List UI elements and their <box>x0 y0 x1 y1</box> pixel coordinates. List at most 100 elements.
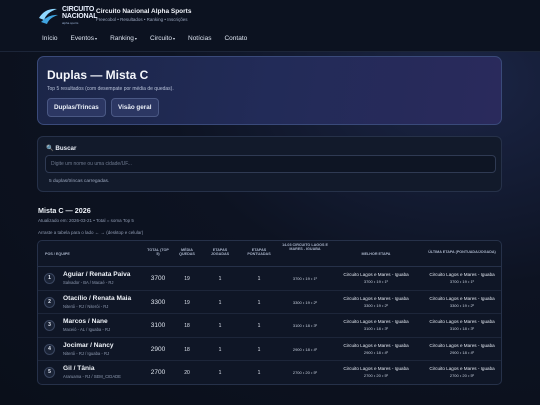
pontuadas-value: 1 <box>257 346 261 353</box>
best-stage-name: Circuito Lagos e Mares - Iguaba <box>343 366 409 371</box>
rank-badge: 2 <box>44 296 55 308</box>
best-stage-value: 2700 • 20 • 5º <box>363 373 389 378</box>
last-stage-name: Circuito Lagos e Mares - Iguaba <box>429 319 495 324</box>
search-title: 🔍 Buscar <box>46 145 77 152</box>
total-value: 2900 <box>150 345 166 353</box>
nav-inicio[interactable]: Início <box>42 35 58 42</box>
nav-contato[interactable]: Contato <box>224 35 247 42</box>
rank-badge: 1 <box>44 273 55 284</box>
table-row[interactable]: 5 Gil / Tânia Araruama - RJ / SEM_CIDADE… <box>38 361 501 384</box>
pontuadas-value: 1 <box>257 323 261 329</box>
col-jogadas[interactable]: ETAPAS JOGADAS <box>207 248 233 257</box>
team-name: Otacílio / Renata Maia <box>63 294 132 302</box>
brand-logo[interactable]: CIRCUITO NACIONAL alpha sports <box>37 6 98 26</box>
scroll-hint: Arraste a tabela para o lado ← → (deskto… <box>38 230 144 235</box>
last-stage-value: 3700 • 19 • 1º <box>449 279 475 284</box>
last-stage-value: 2700 • 20 • 5º <box>449 373 475 378</box>
visao-geral-button[interactable]: Visão geral <box>111 98 159 117</box>
chevron-down-icon: ▾ <box>95 36 98 41</box>
last-stage-value: 2900 • 18 • 4º <box>449 349 475 355</box>
nav-noticias[interactable]: Notícias <box>188 35 211 42</box>
best-stage-name: Circuito Lagos e Mares - Iguaba <box>343 295 409 301</box>
etapa-value: 3700 • 19 • 1º <box>292 276 318 281</box>
team-name: Marcos / Nane <box>63 318 108 325</box>
jogadas-value: 1 <box>218 276 222 282</box>
media-value: 19 <box>184 276 190 282</box>
best-stage-value: 3300 • 19 • 2º <box>363 302 389 308</box>
team-city: Niterói - RJ / Niterói - RJ <box>63 303 109 309</box>
rank-badge: 5 <box>44 367 55 378</box>
media-value: 18 <box>184 323 190 329</box>
last-stage-name: Circuito Lagos e Mares - Iguaba <box>429 342 495 348</box>
jogadas-value: 1 <box>218 299 222 306</box>
table-row[interactable]: 3 Marcos / Nane Maceió - AL / Iguaba - R… <box>38 314 501 338</box>
best-stage-name: Circuito Lagos e Mares - Iguaba <box>343 272 409 277</box>
team-city: Niterói - RJ / Iguaba - RJ <box>63 350 110 356</box>
logo-wordmark: CIRCUITO NACIONAL <box>62 6 98 20</box>
table-row[interactable]: 4 Jocimar / Nancy Niterói - RJ / Iguaba … <box>38 338 501 361</box>
team-name: Jocimar / Nancy <box>63 341 114 349</box>
pontuadas-value: 1 <box>257 370 261 376</box>
col-media[interactable]: MÉDIA QUEDAS <box>175 248 199 257</box>
nav-eventos[interactable]: Eventos▾ <box>71 35 98 42</box>
total-value: 3700 <box>150 275 166 282</box>
team-city: Maceió - AL / Iguaba - RJ <box>63 327 111 332</box>
rank-badge: 4 <box>44 343 55 355</box>
col-melhor[interactable]: MELHOR ETAPA <box>332 252 420 256</box>
page-subtitle: Top 5 resultados (com desempate por médi… <box>47 86 174 92</box>
media-value: 19 <box>184 299 190 306</box>
nav-ranking[interactable]: Ranking▾ <box>110 35 137 42</box>
last-stage-value: 3100 • 18 • 3º <box>449 326 475 331</box>
col-ultima[interactable]: ÚLTIMA ETAPA (PONTUADA/JOGADA) <box>422 250 501 254</box>
pontuadas-value: 1 <box>257 299 261 306</box>
results-table[interactable]: POS / EQUIPE TOTAL (TOP 5) MÉDIA QUEDAS … <box>37 240 502 385</box>
section-meta: Atualizado em: 2026-03-21 • Total = soma… <box>38 218 134 223</box>
chevron-down-icon: ▾ <box>134 36 137 41</box>
etapa-value: 2700 • 20 • 5º <box>292 370 318 375</box>
etapa-value: 2900 • 18 • 4º <box>292 346 318 352</box>
etapa-value: 3300 • 19 • 2º <box>292 299 318 305</box>
logo-swoosh-icon <box>39 8 58 24</box>
jogadas-value: 1 <box>218 370 222 376</box>
team-name: Gil / Tânia <box>63 365 95 372</box>
total-value: 3300 <box>150 298 166 306</box>
table-header: POS / EQUIPE TOTAL (TOP 5) MÉDIA QUEDAS … <box>38 241 501 267</box>
col-pos[interactable]: POS / EQUIPE <box>45 252 70 256</box>
last-stage-name: Circuito Lagos e Mares - Iguaba <box>429 272 495 277</box>
chevron-down-icon: ▾ <box>172 36 175 41</box>
duplas-trincas-button[interactable]: Duplas/Trincas <box>47 98 106 117</box>
col-total[interactable]: TOTAL (TOP 5) <box>146 248 170 257</box>
brand-title: Circuito Nacional Alpha Sports <box>96 8 192 15</box>
section-title: Mista C — 2026 <box>38 206 91 215</box>
col-etapa-iguaba[interactable]: 14-03 CIRCUITO LAGOS E MARES - IGUABA <box>282 243 328 252</box>
table-row[interactable]: 1 Aguiar / Renata Paiva Salvador - BA / … <box>38 267 501 291</box>
jogadas-value: 1 <box>218 323 222 329</box>
last-stage-name: Circuito Lagos e Mares - Iguaba <box>429 366 495 371</box>
media-value: 18 <box>184 346 190 353</box>
logo-tagline: alpha sports <box>62 21 79 25</box>
pontuadas-value: 1 <box>257 276 261 282</box>
best-stage-name: Circuito Lagos e Mares - Iguaba <box>343 342 409 348</box>
col-pontuadas[interactable]: ETAPAS PONTUADAS <box>243 248 275 257</box>
total-value: 2700 <box>150 369 166 376</box>
media-value: 20 <box>184 370 190 376</box>
main-nav: Início Eventos▾ Ranking▾ Circuito▾ Notíc… <box>42 35 260 42</box>
rank-badge: 3 <box>44 320 55 331</box>
last-stage-name: Circuito Lagos e Mares - Iguaba <box>429 295 495 301</box>
table-row[interactable]: 2 Otacílio / Renata Maia Niterói - RJ / … <box>38 291 501 314</box>
search-input[interactable] <box>45 155 496 173</box>
search-status: 5 duplas/trincas carregadas. <box>49 179 110 184</box>
best-stage-value: 2900 • 18 • 4º <box>363 349 389 355</box>
search-panel: 🔍 Buscar 5 duplas/trincas carregadas. <box>37 136 502 192</box>
page-title: Duplas — Mista C <box>47 68 149 82</box>
team-name: Aguiar / Renata Paiva <box>63 271 131 278</box>
nav-circuito[interactable]: Circuito▾ <box>150 35 175 42</box>
footer-links-peek <box>232 401 312 405</box>
site-header: CIRCUITO NACIONAL alpha sports Circuito … <box>0 0 540 52</box>
best-stage-value: 3700 • 19 • 1º <box>363 279 389 284</box>
jogadas-value: 1 <box>218 346 222 353</box>
total-value: 3100 <box>150 322 166 329</box>
brand-subtitle: Freecobol • Resultados • Ranking • Inscr… <box>96 17 188 22</box>
hero-panel: Duplas — Mista C Top 5 resultados (com d… <box>37 56 502 125</box>
best-stage-name: Circuito Lagos e Mares - Iguaba <box>343 319 409 324</box>
